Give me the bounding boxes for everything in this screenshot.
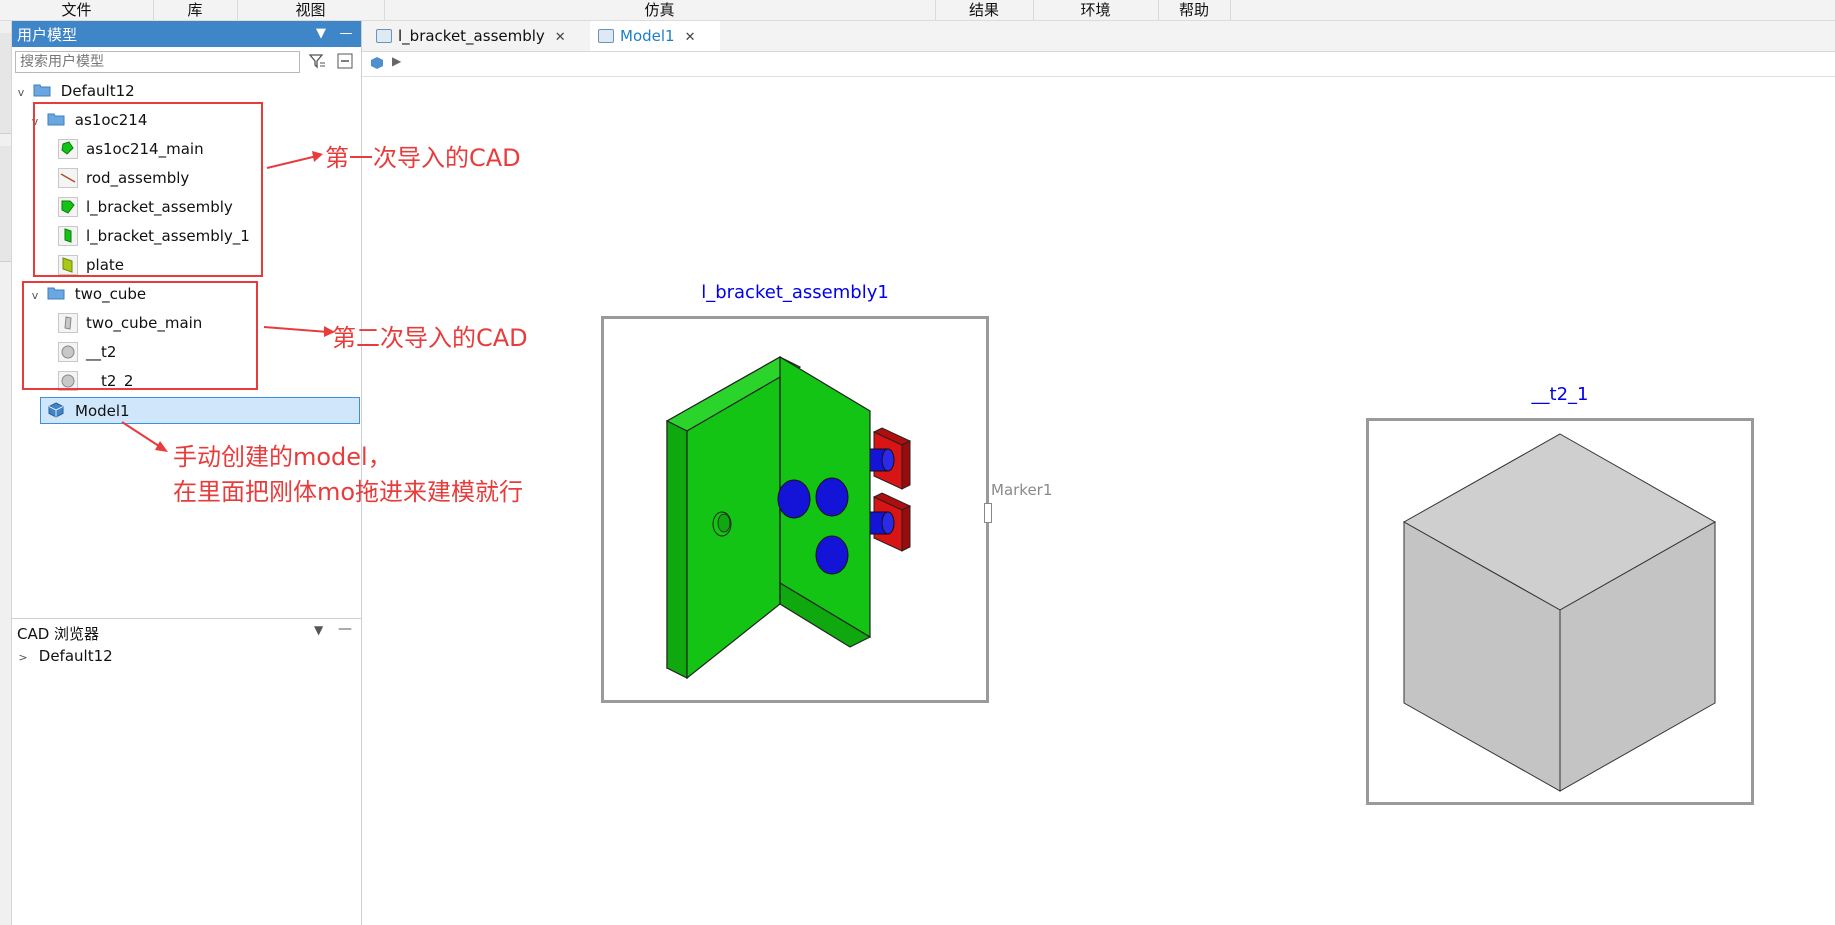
annotation-first-import: 第一次导入的CAD bbox=[325, 144, 521, 172]
menu-help[interactable]: 帮助 bbox=[1158, 0, 1231, 20]
menu-library[interactable]: 库 bbox=[153, 0, 238, 20]
model-breadcrumb-icon[interactable] bbox=[370, 56, 384, 74]
dropdown-triangle-icon[interactable]: ▼ bbox=[314, 623, 323, 637]
model-doc-icon bbox=[376, 28, 392, 43]
cad-browser-title: CAD 浏览器 bbox=[17, 625, 100, 643]
tree-item-label: Model1 bbox=[75, 402, 130, 420]
tab-label: l_bracket_assembly bbox=[398, 27, 545, 45]
minimize-icon[interactable]: — bbox=[337, 25, 355, 43]
part1-frame[interactable] bbox=[601, 316, 992, 703]
part2-title: __t2_1 bbox=[1531, 384, 1589, 405]
document-tab-bar: l_bracket_assembly ✕ Model1 ✕ bbox=[362, 21, 1835, 52]
tab-label: Model1 bbox=[620, 27, 675, 45]
menu-results[interactable]: 结果 bbox=[935, 0, 1034, 20]
tab-model1[interactable]: Model1 ✕ bbox=[590, 21, 720, 51]
dropdown-triangle-icon[interactable]: ▼ bbox=[312, 25, 330, 43]
part2-frame[interactable] bbox=[1366, 418, 1754, 805]
close-icon[interactable]: ✕ bbox=[685, 30, 696, 45]
minimize-icon[interactable]: — bbox=[338, 621, 352, 637]
folder-icon bbox=[33, 81, 53, 101]
menu-file[interactable]: 文件 bbox=[0, 0, 154, 20]
annotation-manual-model-line1: 手动创建的model， bbox=[173, 443, 392, 471]
marker1-label: Marker1 bbox=[991, 481, 1053, 499]
model-cube-icon bbox=[47, 401, 67, 421]
side-tab-upper[interactable] bbox=[0, 33, 11, 134]
marker1-handle[interactable] bbox=[984, 503, 992, 523]
panel-title: 用户模型 bbox=[17, 26, 78, 44]
arrow-icon bbox=[266, 151, 323, 169]
annotation-box-first-import bbox=[33, 102, 263, 277]
side-dock-strip bbox=[0, 21, 12, 925]
cube-3d-view bbox=[1402, 433, 1717, 792]
annotation-second-import: 第二次导入的CAD bbox=[332, 324, 528, 352]
menu-bar: 文件 库 视图 仿真 结果 环境 帮助 bbox=[0, 0, 1835, 21]
close-icon[interactable]: ✕ bbox=[555, 30, 566, 45]
model-doc-icon bbox=[598, 28, 614, 43]
cad-browser-header: CAD 浏览器 ▼ — bbox=[12, 618, 361, 645]
user-model-panel-header: 用户模型 ▼ — bbox=[12, 21, 361, 47]
breadcrumb: ▶ bbox=[362, 52, 1835, 77]
l-bracket-3d-view bbox=[665, 355, 912, 680]
menu-environment[interactable]: 环境 bbox=[1033, 0, 1159, 20]
filter-icon[interactable] bbox=[307, 52, 327, 72]
chevron-down-icon[interactable]: v bbox=[14, 79, 28, 106]
tab-l-bracket-assembly[interactable]: l_bracket_assembly ✕ bbox=[368, 21, 578, 51]
arrow-icon bbox=[263, 326, 335, 337]
menu-simulation[interactable]: 仿真 bbox=[384, 0, 936, 20]
tree-item-default12[interactable]: v Default12 bbox=[14, 78, 135, 105]
tree-item-model1[interactable]: Model1 bbox=[40, 397, 360, 424]
cad-tree-item-default12[interactable]: > Default12 bbox=[16, 643, 113, 671]
chevron-right-icon[interactable]: > bbox=[16, 644, 30, 671]
part1-title: l_bracket_assembly1 bbox=[701, 282, 889, 303]
menu-view[interactable]: 视图 bbox=[237, 0, 385, 20]
search-input[interactable] bbox=[15, 51, 300, 73]
collapse-all-icon[interactable] bbox=[335, 52, 355, 72]
side-tab-lower[interactable] bbox=[0, 146, 11, 262]
annotation-box-second-import bbox=[22, 281, 258, 390]
arrow-icon bbox=[121, 421, 168, 452]
breadcrumb-arrow-icon[interactable]: ▶ bbox=[392, 54, 401, 68]
annotation-manual-model-line2: 在里面把刚体mo拖进来建模就行 bbox=[173, 478, 524, 506]
tree-item-label: Default12 bbox=[38, 647, 113, 665]
tree-item-label: Default12 bbox=[60, 82, 135, 100]
